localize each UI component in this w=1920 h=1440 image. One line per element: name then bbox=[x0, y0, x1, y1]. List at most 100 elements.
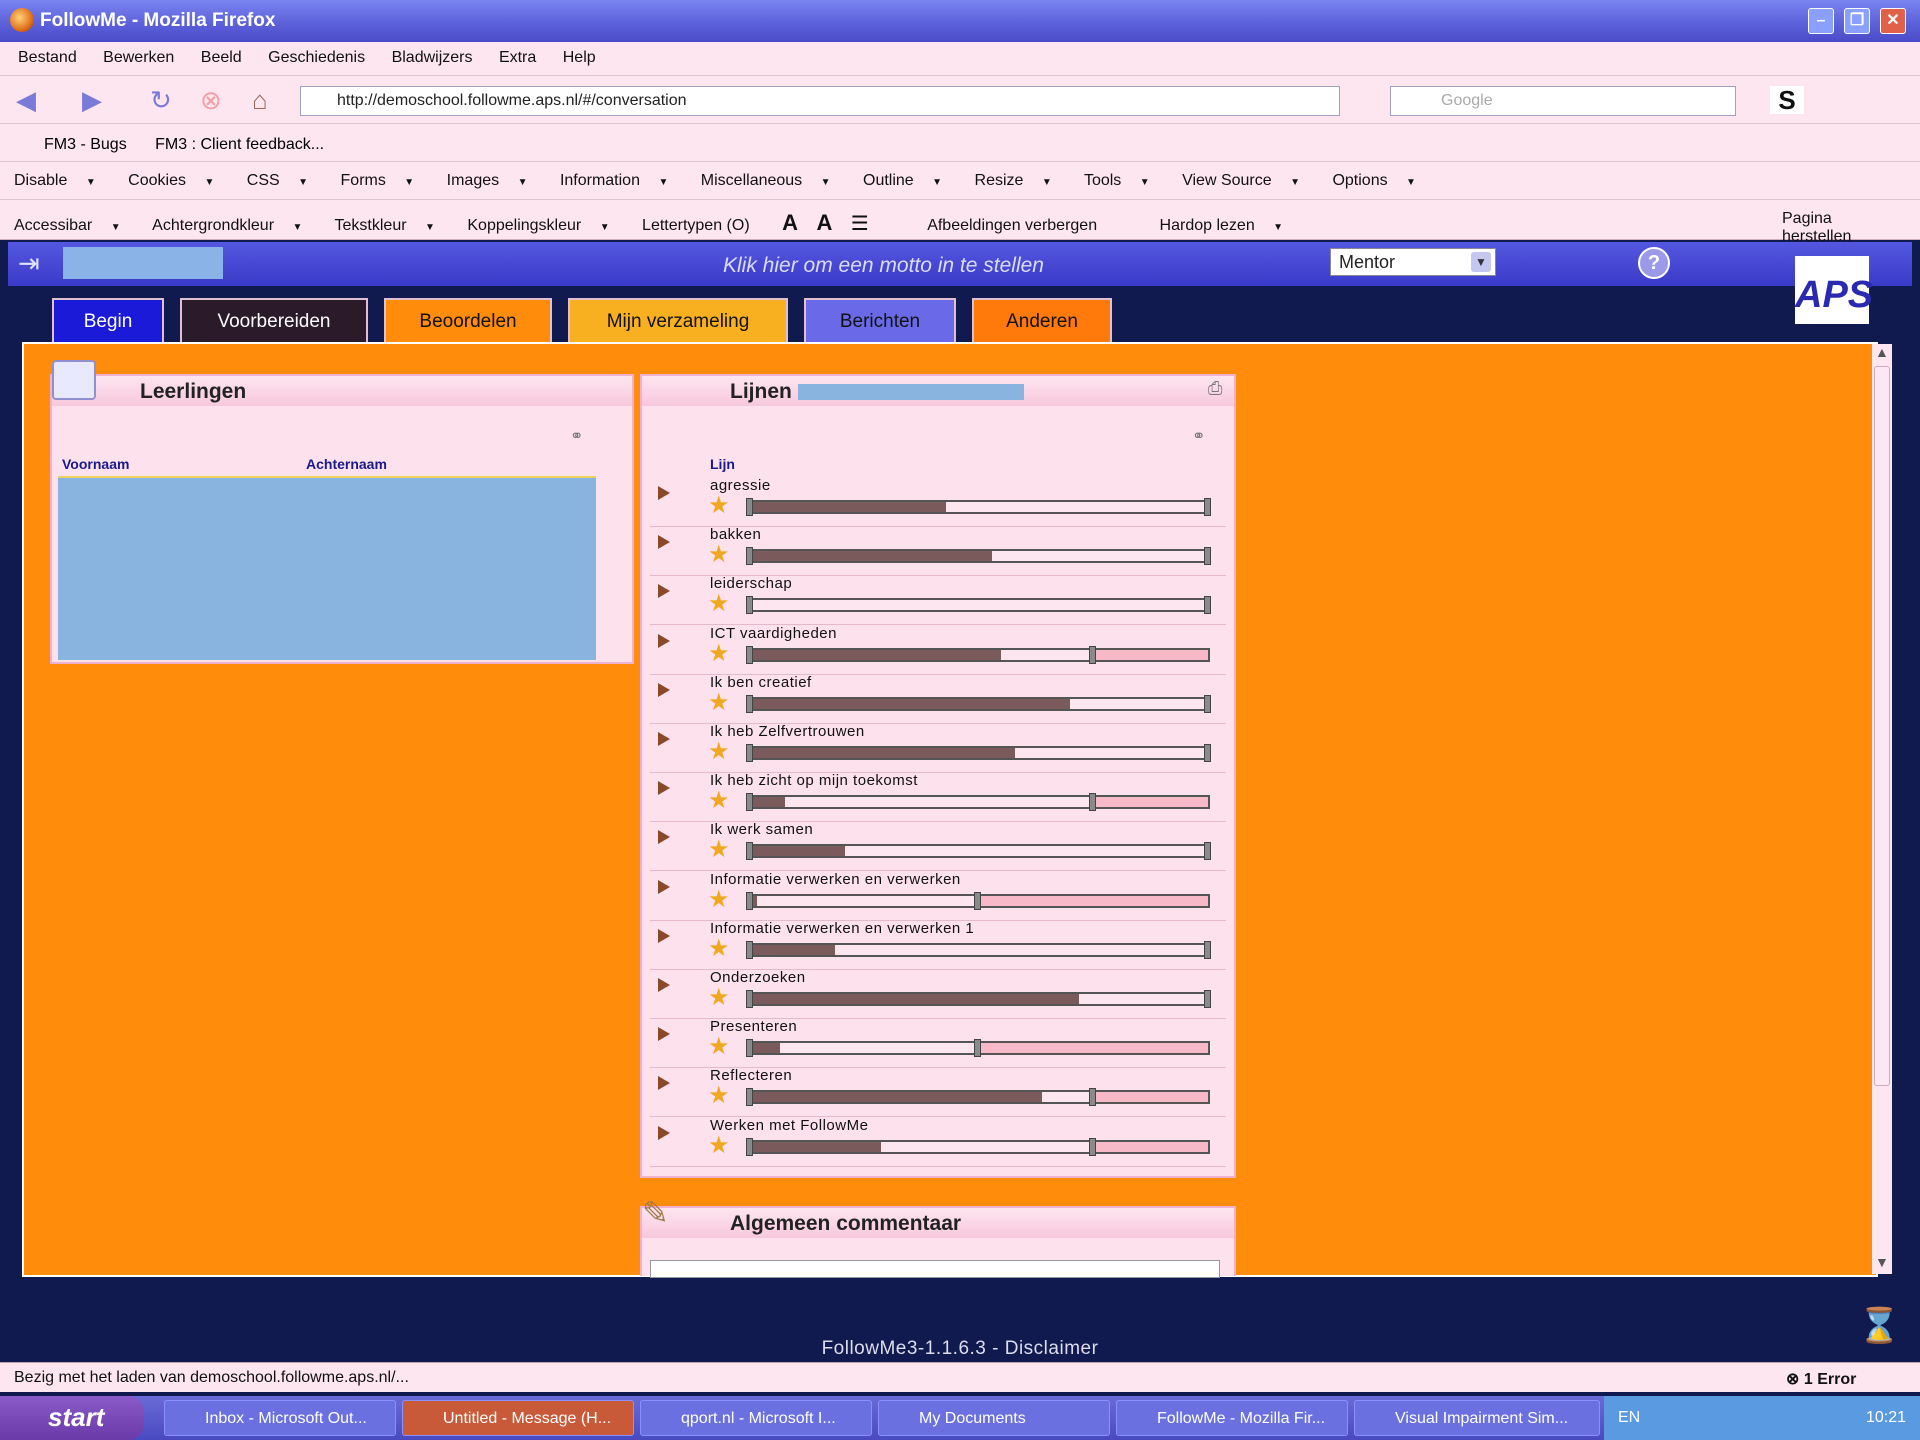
content-scrollbar[interactable]: ▲ ▼ bbox=[1872, 344, 1892, 1274]
tab-voorbereiden[interactable]: Voorbereiden bbox=[180, 298, 368, 342]
logout-icon[interactable]: ⇥ bbox=[18, 248, 40, 279]
progress-bar[interactable] bbox=[746, 694, 1211, 713]
expand-arrow-icon[interactable] bbox=[658, 633, 670, 648]
acc-accessibar[interactable]: Accessibar ▼ bbox=[14, 217, 135, 234]
dev-outline[interactable]: Outline ▼ bbox=[863, 172, 956, 189]
tab-berichten[interactable]: Berichten bbox=[804, 298, 956, 342]
menu-bestand[interactable]: Bestand bbox=[18, 49, 77, 66]
dev-forms[interactable]: Forms ▼ bbox=[341, 172, 429, 189]
line-spacing-icon[interactable]: ☰ bbox=[851, 213, 869, 235]
bookmark-fm3-feedback[interactable]: FM3 : Client feedback... bbox=[155, 136, 324, 153]
expand-arrow-icon[interactable] bbox=[658, 486, 670, 500]
error-indicator[interactable]: ⊗ 1 Error bbox=[1786, 1369, 1856, 1389]
menu-help[interactable]: Help bbox=[563, 49, 596, 66]
dev-disable[interactable]: Disable ▼ bbox=[14, 172, 110, 189]
progress-bar[interactable] bbox=[746, 596, 1211, 615]
search-input[interactable]: Google bbox=[1390, 86, 1736, 116]
expand-arrow-icon[interactable] bbox=[658, 1027, 670, 1042]
reload-icon[interactable]: ↻ bbox=[150, 86, 172, 114]
line-row[interactable]: Informatie verwerken en verwerken 1 ★ bbox=[650, 920, 1226, 970]
acc-read-aloud[interactable]: Hardop lezen ▼ bbox=[1160, 217, 1298, 234]
line-row[interactable]: leiderschap ★ bbox=[650, 575, 1226, 626]
target-marker[interactable] bbox=[1089, 793, 1096, 812]
expand-arrow-icon[interactable] bbox=[658, 928, 670, 943]
star-icon[interactable]: ★ bbox=[708, 690, 730, 715]
tab-beoordelen[interactable]: Beoordelen bbox=[384, 298, 552, 342]
line-row[interactable]: Presenteren ★ bbox=[650, 1018, 1226, 1069]
menu-bladwijzers[interactable]: Bladwijzers bbox=[392, 49, 473, 66]
expand-arrow-icon[interactable] bbox=[658, 1125, 670, 1140]
target-marker[interactable] bbox=[974, 891, 981, 910]
acc-text-color[interactable]: Tekstkleur ▼ bbox=[335, 217, 449, 234]
target-marker[interactable] bbox=[974, 1039, 981, 1058]
expand-arrow-icon[interactable] bbox=[658, 830, 670, 845]
progress-bar[interactable] bbox=[746, 1088, 1210, 1107]
progress-bar[interactable] bbox=[746, 498, 1211, 516]
expand-arrow-icon[interactable] bbox=[658, 732, 670, 746]
star-icon[interactable]: ★ bbox=[708, 1035, 730, 1059]
star-icon[interactable]: ★ bbox=[708, 1084, 730, 1108]
dev-view-source[interactable]: View Source ▼ bbox=[1182, 172, 1314, 189]
task-qport[interactable]: qport.nl - Microsoft I... bbox=[640, 1400, 872, 1436]
line-row[interactable]: bakken ★ bbox=[650, 526, 1226, 577]
target-marker[interactable] bbox=[1204, 694, 1211, 713]
menu-beeld[interactable]: Beeld bbox=[201, 49, 242, 66]
start-button[interactable]: start bbox=[0, 1396, 144, 1440]
dev-cookies[interactable]: Cookies ▼ bbox=[128, 172, 228, 189]
task-my-documents[interactable]: My Documents bbox=[878, 1400, 1110, 1436]
target-marker[interactable] bbox=[1089, 1088, 1096, 1107]
acc-reset-page[interactable]: Pagina herstellen bbox=[1782, 210, 1906, 246]
acc-background-color[interactable]: Achtergrondkleur ▼ bbox=[152, 217, 316, 234]
progress-bar[interactable] bbox=[746, 842, 1211, 861]
star-icon[interactable]: ★ bbox=[708, 986, 730, 1010]
star-icon[interactable]: ★ bbox=[708, 641, 730, 666]
task-visual-impairment[interactable]: Visual Impairment Sim... bbox=[1354, 1400, 1600, 1436]
line-row[interactable]: ICT vaardigheden ★ bbox=[650, 625, 1226, 675]
font-increase-icon[interactable]: A bbox=[782, 210, 798, 235]
scroll-up-icon[interactable]: ▲ bbox=[1875, 344, 1889, 360]
bookmark-fm3-bugs[interactable]: FM3 - Bugs bbox=[44, 136, 127, 153]
star-icon[interactable]: ★ bbox=[708, 543, 730, 567]
acc-hide-images[interactable]: Afbeeldingen verbergen bbox=[927, 217, 1111, 234]
task-untitled-message[interactable]: Untitled - Message (H... bbox=[402, 1400, 634, 1436]
app-footer[interactable]: FollowMe3-1.1.6.3 - Disclaimer bbox=[0, 1338, 1920, 1360]
column-header-voornaam[interactable]: Voornaam bbox=[62, 456, 129, 472]
scroll-down-icon[interactable]: ▼ bbox=[1875, 1254, 1889, 1270]
acc-fonts[interactable]: Lettertypen (O) bbox=[642, 217, 764, 234]
task-followme-firefox[interactable]: FollowMe - Mozilla Fir... bbox=[1116, 1400, 1348, 1436]
dev-resize[interactable]: Resize ▼ bbox=[975, 172, 1066, 189]
s-addon-icon[interactable]: S bbox=[1770, 86, 1804, 114]
tab-anderen[interactable]: Anderen bbox=[972, 298, 1112, 342]
target-marker[interactable] bbox=[1089, 645, 1096, 664]
progress-bar[interactable] bbox=[746, 1137, 1210, 1156]
dev-images[interactable]: Images ▼ bbox=[447, 172, 542, 189]
line-row[interactable]: Werken met FollowMe ★ bbox=[650, 1117, 1226, 1167]
language-indicator[interactable]: EN bbox=[1618, 1409, 1640, 1426]
home-icon[interactable]: ⌂ bbox=[252, 86, 268, 114]
students-list[interactable] bbox=[58, 476, 596, 660]
star-icon[interactable]: ★ bbox=[708, 789, 730, 813]
dev-tools[interactable]: Tools ▼ bbox=[1084, 172, 1164, 189]
forward-icon[interactable]: ▶ bbox=[82, 86, 102, 114]
line-row[interactable]: Ik heb zicht op mijn toekomst ★ bbox=[650, 772, 1226, 823]
expand-arrow-icon[interactable] bbox=[658, 535, 670, 550]
back-icon[interactable]: ◀ bbox=[16, 86, 36, 114]
progress-bar[interactable] bbox=[746, 891, 1210, 910]
star-icon[interactable]: ★ bbox=[708, 838, 730, 862]
menu-geschiedenis[interactable]: Geschiedenis bbox=[268, 49, 365, 66]
line-row[interactable]: Informatie verwerken en verwerken ★ bbox=[650, 871, 1226, 921]
expand-arrow-icon[interactable] bbox=[658, 978, 670, 992]
menu-bewerken[interactable]: Bewerken bbox=[103, 49, 174, 66]
link-icon[interactable]: ⚭ bbox=[570, 426, 583, 446]
stop-icon[interactable]: ⊗ bbox=[200, 86, 222, 114]
line-row[interactable]: Ik werk samen ★ bbox=[650, 821, 1226, 872]
star-icon[interactable]: ★ bbox=[708, 592, 730, 616]
link-icon[interactable]: ⚭ bbox=[1192, 426, 1205, 446]
progress-bar[interactable] bbox=[746, 744, 1211, 762]
target-marker[interactable] bbox=[1204, 744, 1211, 762]
print-icon[interactable]: ⎙ bbox=[1208, 378, 1222, 399]
motto-link[interactable]: Klik hier om een motto in te stellen bbox=[723, 254, 1044, 278]
target-marker[interactable] bbox=[1204, 940, 1211, 959]
target-marker[interactable] bbox=[1204, 990, 1211, 1008]
maximize-button[interactable]: ❐ bbox=[1844, 8, 1870, 34]
